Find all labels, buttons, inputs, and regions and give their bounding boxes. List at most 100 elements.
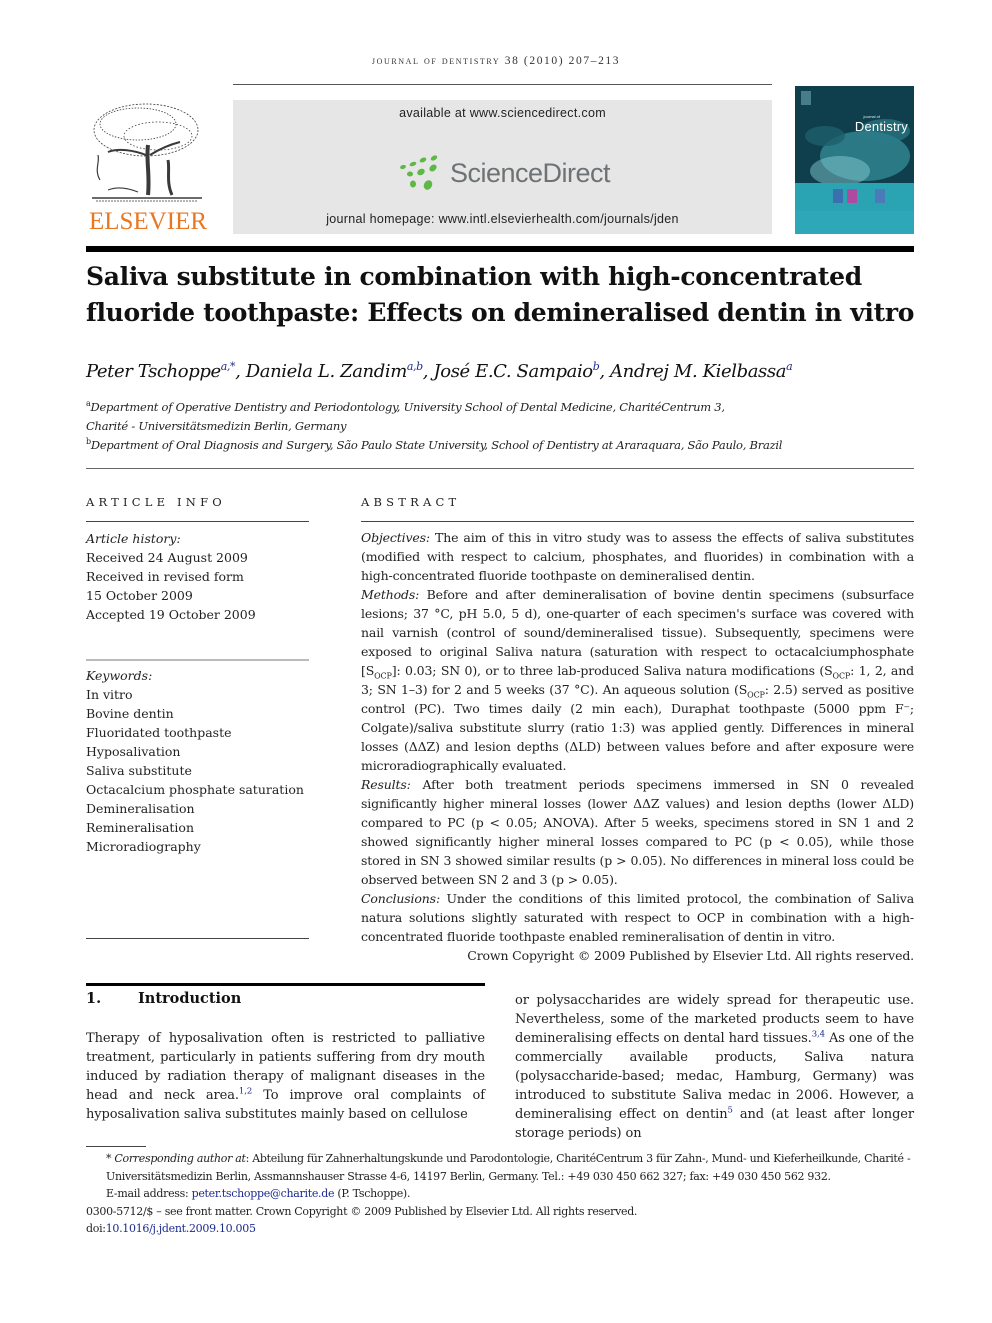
history-item: Received 24 August 2009 xyxy=(86,550,248,565)
sciencedirect-banner: available at www.sciencedirect.com Scien… xyxy=(233,100,772,234)
abstract-body: Objectives: The aim of this in vitro stu… xyxy=(361,528,914,965)
history-item: 15 October 2009 xyxy=(86,588,193,603)
affiliations: aDepartment of Operative Dentistry and P… xyxy=(86,398,916,455)
subscript: OCP xyxy=(747,690,765,700)
keywords-divider xyxy=(86,659,309,661)
section-heading: 1. Introduction xyxy=(86,990,241,1007)
abstract-methods: Methods: Before and after demineralisati… xyxy=(361,585,914,775)
keyword-item: Hyposalivation xyxy=(86,744,181,759)
keywords: Keywords: In vitro Bovine dentin Fluorid… xyxy=(86,666,316,856)
abstract-results: Results: After both treatment periods sp… xyxy=(361,775,914,889)
article-history-heading: Article history: xyxy=(86,531,181,546)
affiliation-text: Department of Oral Diagnosis and Surgery… xyxy=(90,438,783,452)
keywords-heading: Keywords: xyxy=(86,668,153,683)
author-list: Peter Tschoppea,*, Daniela L. Zandima,b,… xyxy=(86,361,916,382)
article-title-line: Saliva substitute in combination with hi… xyxy=(86,262,862,291)
abstract-section-label: Results: xyxy=(361,777,411,792)
keyword-item: Remineralisation xyxy=(86,820,194,835)
affiliation-item: bDepartment of Oral Diagnosis and Surger… xyxy=(86,436,916,455)
keyword-item: In vitro xyxy=(86,687,133,702)
affiliation-item-continued: Charité - Universitätsmedizin Berlin, Ge… xyxy=(86,419,347,433)
footnote-marker: * xyxy=(106,1152,112,1165)
footnote-divider xyxy=(86,1146,146,1147)
author-name: José E.C. Sampaio xyxy=(433,361,593,382)
abstract-copyright: Crown Copyright © 2009 Published by Else… xyxy=(467,948,914,963)
affiliation-text: Department of Operative Dentistry and Pe… xyxy=(90,400,726,414)
abstract-heading: ABSTRACT xyxy=(361,495,461,509)
abstract-section-label: Conclusions: xyxy=(361,891,441,906)
sciencedirect-dots-icon xyxy=(400,155,438,190)
cover-thumbnail xyxy=(833,189,843,203)
subscript: OCP xyxy=(374,671,392,681)
section-divider xyxy=(86,983,485,986)
abstract-text: ]: 0.03; SN 0), or to three lab-produced… xyxy=(391,663,833,678)
abstract-section-label: Objectives: xyxy=(361,530,430,545)
author-name: Peter Tschoppe xyxy=(86,361,221,382)
abstract-text: After both treatment periods specimens i… xyxy=(361,777,914,887)
author-name: Daniela L. Zandim xyxy=(245,361,408,382)
email-link[interactable]: peter.tschoppe@charite.de xyxy=(192,1187,335,1200)
cover-thumbnail xyxy=(847,189,857,203)
keyword-item: Microradiography xyxy=(86,839,201,854)
email-note: E-mail address: peter.tschoppe@charite.d… xyxy=(86,1185,916,1203)
corresponding-author-note: * Corresponding author at: Abteilung für… xyxy=(86,1150,916,1185)
footnotes: * Corresponding author at: Abteilung für… xyxy=(86,1150,916,1238)
abstract-section-label: Methods: xyxy=(361,587,420,602)
cover-thumbnail xyxy=(875,189,885,203)
section-title: Introduction xyxy=(138,990,242,1007)
history-item: Accepted 19 October 2009 xyxy=(86,607,256,622)
history-item: Received in revised form xyxy=(86,569,244,584)
keyword-item: Fluoridated toothpaste xyxy=(86,725,232,740)
abstract-objectives: Objectives: The aim of this in vitro stu… xyxy=(361,528,914,585)
affiliations-divider xyxy=(86,468,914,469)
author-affiliation-link[interactable]: a,* xyxy=(221,360,236,373)
running-head: journal of dentistry 38 (2010) 207–213 xyxy=(371,55,621,67)
cover-footer xyxy=(795,211,914,234)
journal-homepage-link[interactable]: journal homepage: www.intl.elsevierhealt… xyxy=(233,212,772,226)
citation-link[interactable]: 3,4 xyxy=(812,1030,825,1040)
article-title: Saliva substitute in combination with hi… xyxy=(86,259,916,331)
author-separator: , xyxy=(235,361,246,382)
author-separator: , xyxy=(599,361,611,382)
article-info-heading: ARTICLE INFO xyxy=(86,495,226,509)
sciencedirect-available-link[interactable]: available at www.sciencedirect.com xyxy=(233,106,772,120)
doi-link[interactable]: 10.1016/j.jdent.2009.10.005 xyxy=(106,1222,256,1235)
sciencedirect-wordmark: ScienceDirect xyxy=(450,158,611,188)
author-affiliation-link[interactable]: a,b xyxy=(407,360,423,373)
body-column-left: Therapy of hyposalivation often is restr… xyxy=(86,1029,485,1124)
email-label: E-mail address: xyxy=(106,1187,192,1200)
abstract-text: Under the conditions of this limited pro… xyxy=(361,891,915,944)
abstract-conclusions: Conclusions: Under the conditions of thi… xyxy=(361,889,914,946)
keyword-item: Saliva substitute xyxy=(86,763,192,778)
abstract-divider xyxy=(361,521,914,522)
affiliation-item: aDepartment of Operative Dentistry and P… xyxy=(86,398,916,417)
doi-line: doi:10.1016/j.jdent.2009.10.005 xyxy=(86,1220,916,1238)
subscript: OCP xyxy=(832,671,851,681)
journal-cover-image[interactable]: journal of Dentistry xyxy=(795,86,914,234)
cover-title: Dentistry xyxy=(854,119,908,134)
elsevier-tree-icon xyxy=(92,103,202,202)
header-divider xyxy=(86,246,914,252)
sciencedirect-logo[interactable]: ScienceDirect xyxy=(398,152,611,192)
top-rule xyxy=(233,84,772,85)
author-separator: , xyxy=(422,361,434,382)
keyword-item: Octacalcium phosphate saturation xyxy=(86,782,304,797)
article-info-end-divider xyxy=(86,938,309,939)
doi-prefix: doi: xyxy=(86,1222,106,1235)
keyword-item: Demineralisation xyxy=(86,801,195,816)
author-affiliation-link[interactable]: a xyxy=(786,360,793,373)
elsevier-wordmark: ELSEVIER xyxy=(88,208,208,235)
article-title-line: fluoride toothpaste: Effects on deminera… xyxy=(86,298,915,327)
article-history: Article history: Received 24 August 2009… xyxy=(86,529,316,624)
footnote-label: Corresponding author at xyxy=(114,1152,246,1165)
body-column-right: or polysaccharides are widely spread for… xyxy=(515,991,914,1143)
keyword-item: Bovine dentin xyxy=(86,706,174,721)
issn-line: 0300-5712/$ – see front matter. Crown Co… xyxy=(86,1204,638,1218)
author-name: Andrej M. Kielbassa xyxy=(610,361,787,382)
email-suffix: (P. Tschoppe). xyxy=(334,1187,411,1200)
section-number: 1. xyxy=(86,990,102,1007)
elsevier-logo[interactable]: ELSEVIER xyxy=(86,100,210,238)
article-info-divider xyxy=(86,521,309,522)
abstract-text: The aim of this in vitro study was to as… xyxy=(361,530,915,583)
citation-link[interactable]: 1,2 xyxy=(239,1087,252,1097)
